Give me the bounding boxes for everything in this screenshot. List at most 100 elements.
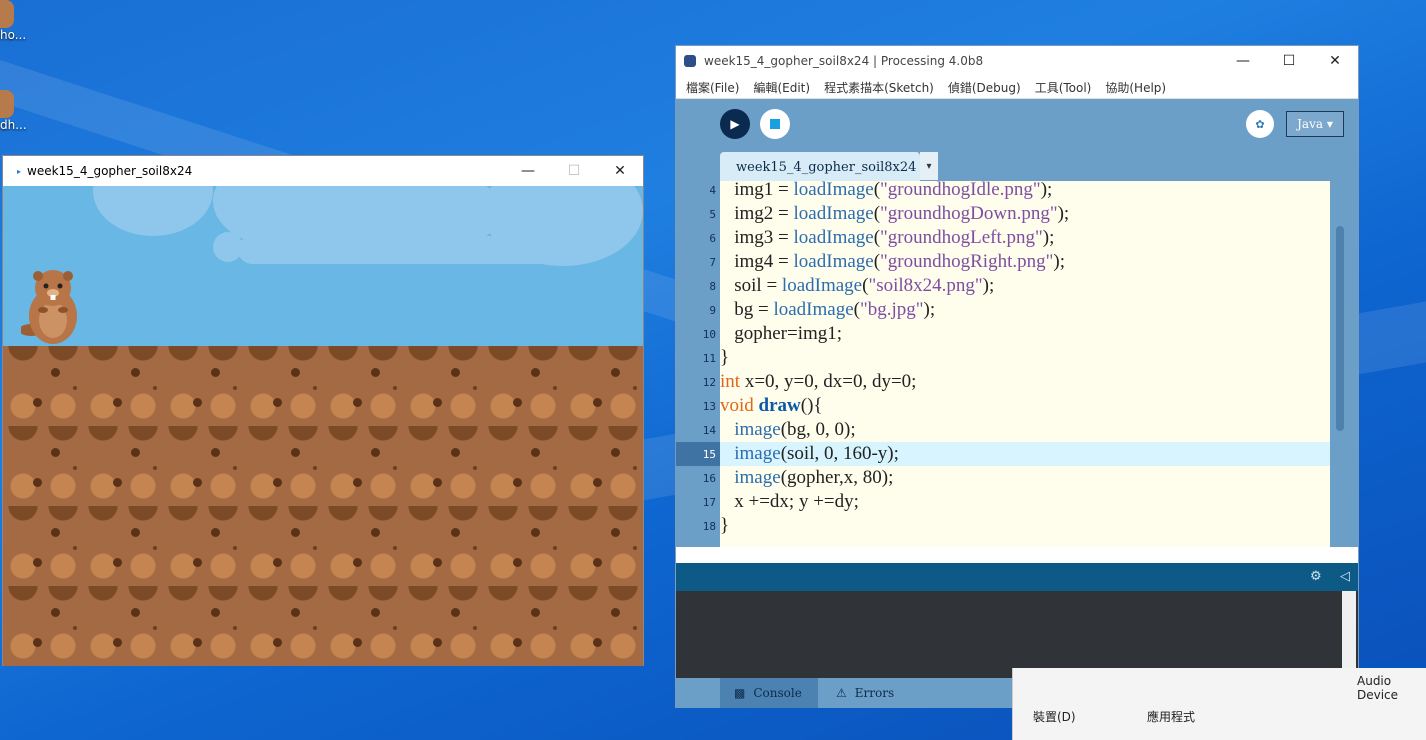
soil-rock [211,528,220,537]
run-button[interactable]: ▶ [720,109,750,139]
device-label[interactable]: 裝置(D) [1033,708,1076,725]
code-line[interactable]: img4 = loadImage("groundhogRight.png"); [720,250,1330,274]
line-number: 13 [702,400,716,413]
mode-selector[interactable]: Java ▾ [1286,111,1344,137]
line-number: 12 [702,376,716,389]
soil-row [3,586,643,666]
menu-sketch[interactable]: 程式素描本(Sketch) [824,79,934,96]
stop-button[interactable] [760,109,790,139]
soil-rock [51,608,60,617]
ide-title-bar[interactable]: week15_4_gopher_soil8x24 | Processing 4.… [676,46,1358,76]
menu-edit[interactable]: 編輯(Edit) [753,79,810,96]
code-line[interactable]: } [720,346,1330,370]
code-line[interactable]: image(bg, 0, 0); [720,418,1330,442]
soil-rock [433,398,442,407]
soil-rock [273,558,282,567]
soil-rock [291,448,300,457]
desktop-icon-1[interactable]: ho... [0,0,30,42]
soil-rock [193,558,202,567]
soil-rock [593,558,602,567]
code-editor[interactable]: 4 5 6 7 8 9 10 11 12 13 14 15 16 17 18 img1 = loadImag… [676,181,1358,547]
soil-pebble [153,626,157,630]
soil-rock [371,448,380,457]
code-line[interactable]: img1 = loadImage("groundhogIdle.png"); [720,181,1330,202]
maximize-button[interactable]: ☐ [1266,46,1312,76]
minimize-button[interactable]: — [1220,46,1266,76]
soil-row [3,346,643,426]
code-line[interactable]: img2 = loadImage("groundhogDown.png"); [720,202,1330,226]
menu-file[interactable]: 檔案(File) [686,79,739,96]
soil-pebble [473,546,477,550]
soil-rock [211,448,220,457]
close-button[interactable]: ✕ [597,156,643,186]
code-area[interactable]: img1 = loadImage("groundhogIdle.png"); i… [720,181,1330,547]
line-number: 5 [709,208,716,221]
soil-rock [451,608,460,617]
code-line[interactable]: } [720,514,1330,538]
debugger-toggle-button[interactable]: ✿ [1246,110,1274,138]
play-icon: ▶ [730,117,740,131]
processing-app-icon: ▸ [17,166,22,176]
console-settings-icon[interactable]: ⚙ [1310,569,1322,584]
code-line[interactable]: bg = loadImage("bg.jpg"); [720,298,1330,322]
soil-rock [131,368,140,377]
soil-row [3,426,643,506]
sketch-tab[interactable]: week15_4_gopher_soil8x24 [720,152,920,182]
soil-rock [433,638,442,647]
line-number: 17 [702,496,716,509]
code-line[interactable]: gopher=img1; [720,322,1330,346]
menu-tool[interactable]: 工具(Tool) [1035,79,1092,96]
soil-rock [451,368,460,377]
code-line[interactable]: soil = loadImage("soil8x24.png"); [720,274,1330,298]
soil-rock [593,398,602,407]
soil-layer [3,346,643,666]
code-line[interactable]: image(soil, 0, 160-y); [720,442,1330,466]
soil-pebble [393,626,397,630]
soil-row [3,506,643,586]
stop-icon [770,119,780,129]
soil-pebble [313,386,317,390]
sketch-title-bar[interactable]: ▸ week15_4_gopher_soil8x24 — ☐ ✕ [3,156,643,186]
soil-pebble [233,466,237,470]
soil-rock [51,368,60,377]
tab-errors[interactable]: ⚠ Errors [822,678,912,708]
soil-rock [611,368,620,377]
console-scrollbar[interactable] [1342,591,1356,678]
soil-rock [113,478,122,487]
close-button[interactable]: ✕ [1312,46,1358,76]
menu-help[interactable]: 協助(Help) [1105,79,1166,96]
soil-rock [33,638,42,647]
editor-scrollbar-thumb[interactable] [1336,226,1344,431]
tab-menu-arrow[interactable]: ▾ [920,152,938,180]
code-line[interactable]: image(gopher,x, 80); [720,466,1330,490]
soil-pebble [313,546,317,550]
console-output[interactable] [676,591,1358,678]
soil-rock [593,638,602,647]
minimize-button[interactable]: — [505,156,551,186]
warning-icon: ⚠ [836,686,847,700]
processing-ide-window[interactable]: week15_4_gopher_soil8x24 | Processing 4.… [675,45,1359,708]
sketch-canvas[interactable] [3,186,643,666]
maximize-button[interactable]: ☐ [551,156,597,186]
audio-device-label: Audio Device [1357,674,1399,702]
tab-console[interactable]: ▩ Console [720,678,818,708]
code-line[interactable]: void draw(){ [720,394,1330,418]
soil-pebble [153,546,157,550]
code-line[interactable]: img3 = loadImage("groundhogLeft.png"); [720,226,1330,250]
collapse-arrow-icon[interactable]: ◁ [1340,569,1350,584]
sketch-window[interactable]: ▸ week15_4_gopher_soil8x24 — ☐ ✕ [2,155,644,666]
line-number: 4 [709,184,716,197]
soil-rock [353,478,362,487]
soil-rock [291,608,300,617]
menu-debug[interactable]: 偵錯(Debug) [948,79,1021,96]
window-title: week15_4_gopher_soil8x24 [27,164,193,178]
apps-label[interactable]: 應用程式 [1147,708,1195,725]
desktop-icon-2[interactable]: dh... [0,90,30,132]
code-line[interactable]: x +=dx; y +=dy; [720,490,1330,514]
soil-rock [611,528,620,537]
line-number: 18 [702,520,716,533]
line-number-gutter: 4 5 6 7 8 9 10 11 12 13 14 15 16 17 18 [676,181,720,547]
code-line[interactable]: int x=0, y=0, dx=0, dy=0; [720,370,1330,394]
line-number: 6 [709,232,716,245]
soil-rock [451,528,460,537]
